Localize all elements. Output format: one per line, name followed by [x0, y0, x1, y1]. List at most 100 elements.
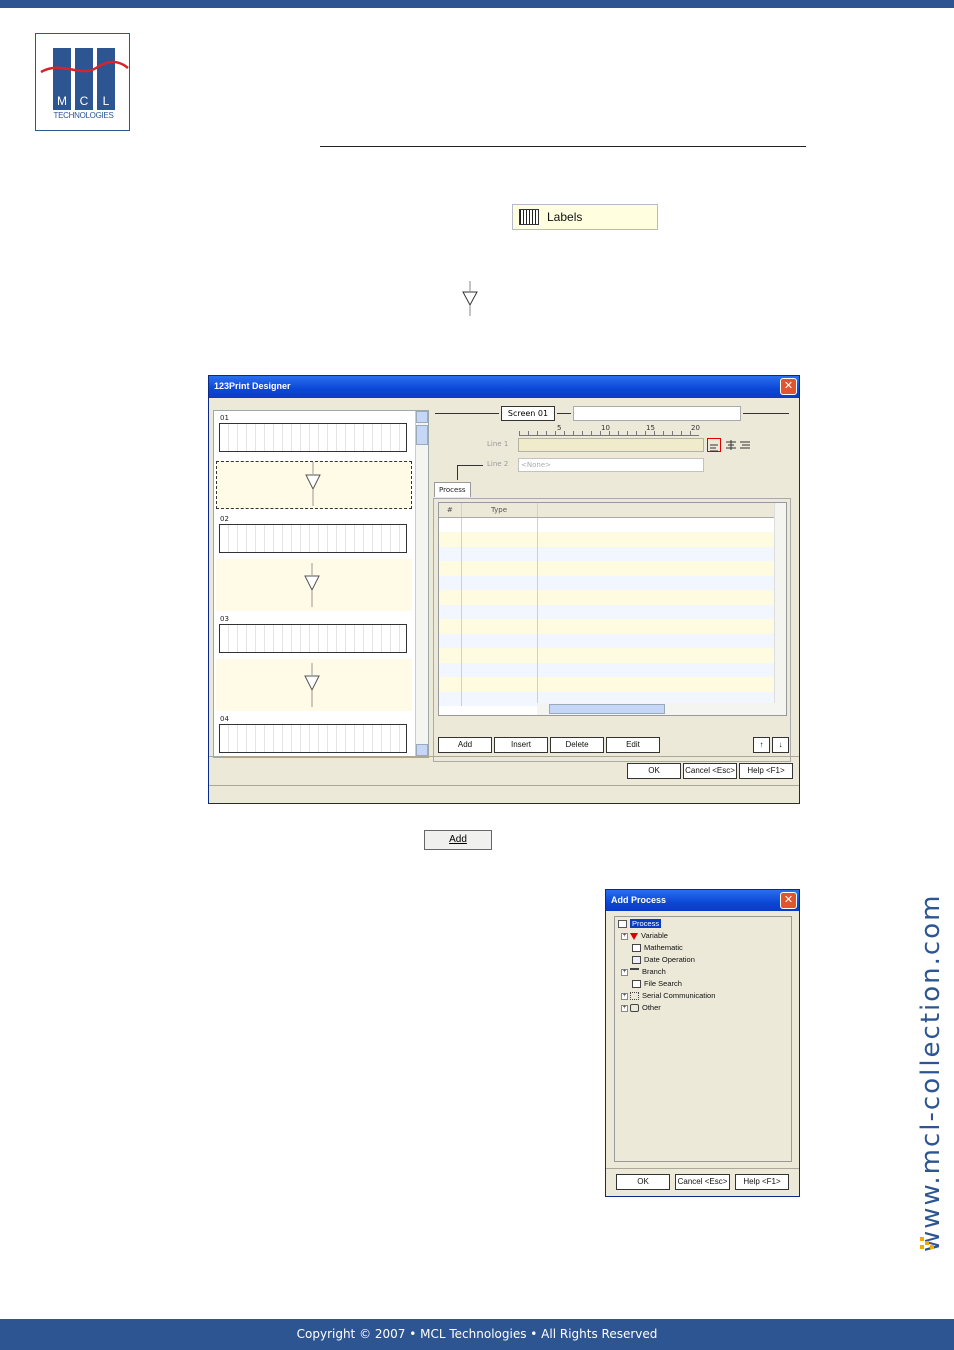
align-right-icon[interactable]	[739, 439, 751, 451]
line1-label: Line 1	[487, 440, 509, 448]
tree-item-label: File Search	[644, 979, 682, 988]
screen-num: 04	[220, 715, 229, 723]
scroll-up-icon[interactable]	[416, 411, 428, 423]
side-url: www.mcl-collection.com	[898, 872, 954, 1252]
tree-item-label: Serial Communication	[642, 991, 716, 1000]
screen-num: 01	[220, 414, 229, 422]
align-left-icon[interactable]	[707, 438, 721, 452]
calculator-icon	[632, 944, 641, 953]
screen-tab[interactable]: Screen 01	[501, 406, 555, 421]
variable-icon	[630, 932, 638, 940]
header-rule	[320, 146, 806, 147]
tree-item-variable[interactable]: + Variable	[621, 931, 668, 940]
cancel-button[interactable]: Cancel <Esc>	[675, 1174, 730, 1190]
ruler-tick: 10	[601, 424, 610, 432]
tree-item-date-operation[interactable]: Date Operation	[632, 955, 695, 965]
delete-button[interactable]: Delete	[550, 737, 604, 753]
process-icon	[618, 920, 627, 929]
side-url-text: www.mcl-collection.com	[916, 893, 946, 1252]
grid-header: Type	[461, 503, 538, 518]
grid-header: #	[439, 503, 462, 518]
dots-icon	[920, 1237, 934, 1249]
labels-button-label: Labels	[547, 210, 583, 224]
tree-root-label: Process	[630, 919, 662, 928]
align-center-icon[interactable]	[725, 439, 737, 451]
tree-item-label: Other	[642, 1003, 661, 1012]
tab-process[interactable]: Process	[434, 482, 471, 497]
screen-box[interactable]	[219, 624, 407, 653]
condition-icon	[304, 563, 320, 607]
tree-item-mathematic[interactable]: Mathematic	[632, 943, 683, 953]
ruler-tick: 15	[646, 424, 655, 432]
add-process-button[interactable]: Add	[438, 737, 492, 753]
screen-box[interactable]	[219, 524, 407, 553]
process-grid[interactable]: # Type	[438, 502, 787, 716]
add-button[interactable]: Add	[424, 830, 492, 850]
screen-box[interactable]	[219, 724, 407, 753]
file-search-icon	[632, 980, 641, 989]
add-process-title: Add Process	[611, 895, 667, 905]
screen-box[interactable]	[219, 423, 407, 452]
help-button[interactable]: Help <F1>	[735, 1174, 789, 1190]
calendar-icon	[632, 956, 641, 965]
condition-icon	[305, 462, 321, 506]
branch-icon	[630, 968, 639, 976]
tree-item-label: Branch	[642, 967, 666, 976]
scroll-down-icon[interactable]	[416, 744, 428, 756]
logo-subtitle: TECHNOLOGIES	[53, 111, 114, 120]
move-up-icon[interactable]: ↑	[753, 737, 770, 753]
screen-num: 02	[220, 515, 229, 523]
line2-select-value: <None>	[521, 461, 551, 469]
add-process-titlebar: Add Process ✕	[606, 890, 799, 911]
other-icon	[630, 1004, 639, 1013]
tree-item-label: Variable	[641, 931, 668, 940]
grid-hscrollbar[interactable]	[537, 703, 777, 715]
mcl-logo: M C L TECHNOLOGIES	[35, 33, 130, 131]
screen-list-scrollbar[interactable]	[415, 411, 428, 757]
process-tree[interactable]: Process + Variable Mathematic Date Operat…	[614, 916, 792, 1162]
condition-block-selected[interactable]	[216, 461, 412, 509]
tree-item-other[interactable]: + Other	[621, 1003, 661, 1013]
close-icon[interactable]: ✕	[780, 378, 797, 395]
tree-item-label: Date Operation	[644, 955, 695, 964]
tree-item-branch[interactable]: + Branch	[621, 967, 666, 976]
ok-button[interactable]: OK	[616, 1174, 670, 1190]
barcode-icon	[519, 209, 539, 225]
labels-button[interactable]: Labels	[512, 204, 658, 230]
ruler-tick: 20	[691, 424, 700, 432]
designer-window: 123Print Designer ✕ 01 02 03 04 Screen 0…	[208, 375, 800, 804]
ruler-tick: 5	[557, 424, 562, 432]
add-process-dialog: Add Process ✕ Process + Variable Mathemat…	[605, 889, 800, 1197]
condition-block[interactable]	[216, 659, 412, 711]
condition-icon	[304, 663, 320, 707]
screen-num: 03	[220, 615, 229, 623]
logo-letter-l: L	[102, 94, 110, 108]
grid-hscroll-thumb[interactable]	[549, 704, 665, 714]
edit-button[interactable]: Edit	[606, 737, 660, 753]
grid-vscrollbar[interactable]	[774, 503, 786, 715]
tree-item-serial-communication[interactable]: + Serial Communication	[621, 991, 716, 1001]
tree-item-label: Mathematic	[644, 943, 683, 952]
help-button[interactable]: Help <F1>	[739, 763, 793, 779]
footer: Copyright © 2007 • MCL Technologies • Al…	[0, 1319, 954, 1350]
screen-name-input[interactable]	[573, 406, 741, 421]
line2-select[interactable]: <None>	[518, 458, 704, 472]
insert-button[interactable]: Insert	[494, 737, 548, 753]
screen-list[interactable]: 01 02 03 04	[213, 410, 429, 758]
logo-letter-m: M	[57, 94, 67, 108]
line2-label: Line 2	[487, 460, 509, 468]
designer-title: 123Print Designer	[214, 381, 291, 391]
condition-block[interactable]	[216, 559, 412, 611]
ok-button[interactable]: OK	[627, 763, 681, 779]
serial-icon	[630, 992, 639, 1001]
tree-item-file-search[interactable]: File Search	[632, 979, 682, 989]
scroll-thumb[interactable]	[416, 425, 428, 445]
designer-titlebar: 123Print Designer ✕	[209, 376, 799, 398]
close-icon[interactable]: ✕	[780, 892, 797, 909]
condition-icon	[462, 281, 478, 316]
tree-root[interactable]: Process	[618, 919, 662, 929]
move-down-icon[interactable]: ↓	[772, 737, 789, 753]
cancel-button[interactable]: Cancel <Esc>	[683, 763, 737, 779]
logo-letter-c: C	[79, 94, 89, 108]
line1-input[interactable]	[518, 438, 704, 452]
